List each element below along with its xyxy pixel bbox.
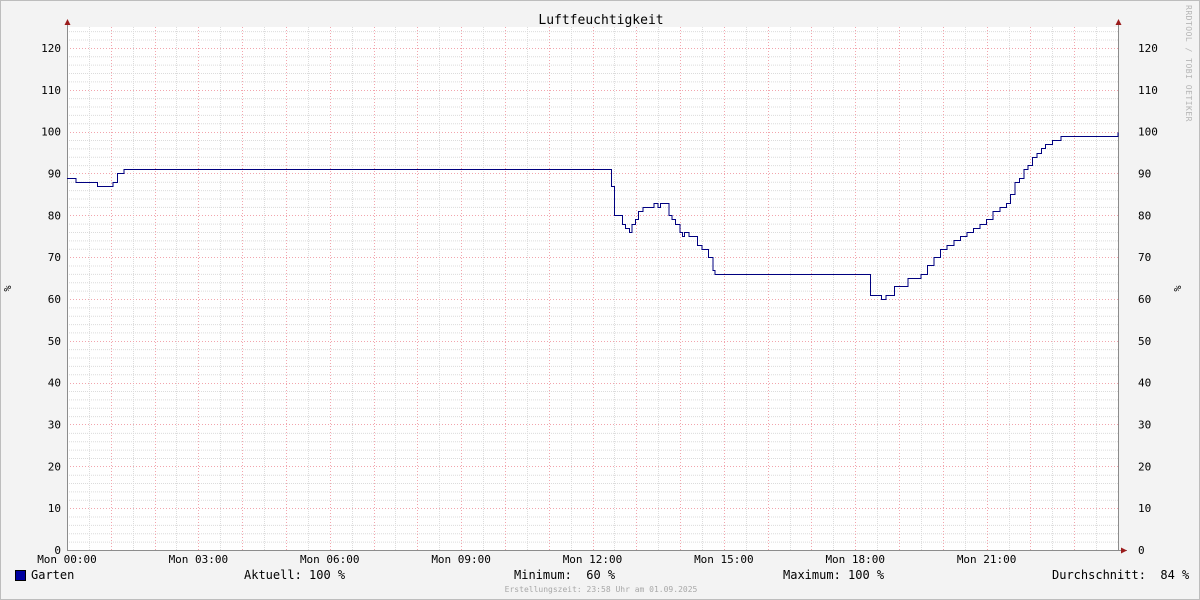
x-tick-label: Mon 06:00 xyxy=(300,553,360,566)
y-tick-label-right: 60 xyxy=(1138,293,1151,306)
stat-average-label: Durchschnitt: xyxy=(1052,568,1146,582)
humidity-chart: 0 010 1020 2030 3040 4050 5060 6070 7080 8090 9010… xyxy=(3,13,1184,566)
y-tick-label-right: 20 xyxy=(1138,460,1151,473)
plot-area xyxy=(67,27,1118,550)
x-tick-label: Mon 03:00 xyxy=(169,553,229,566)
y-tick-label-right: 100 xyxy=(1138,126,1158,139)
y-axis-arrow-right-icon xyxy=(1115,19,1122,25)
y-tick-label-left: 70 xyxy=(48,251,61,264)
y-tick-label-left: 120 xyxy=(41,42,61,55)
y-tick-label-left: 40 xyxy=(48,377,61,390)
stat-current-label: Aktuell: xyxy=(244,568,302,582)
x-tick-label: Mon 12:00 xyxy=(563,553,623,566)
y-tick-label-right: 10 xyxy=(1138,502,1151,515)
legend-swatch-icon xyxy=(15,570,26,581)
x-tick-label: Mon 09:00 xyxy=(431,553,491,566)
y-tick-label-left: 80 xyxy=(48,209,61,222)
y-tick-label-left: 110 xyxy=(41,84,61,97)
x-tick-label: Mon 00:00 xyxy=(37,553,97,566)
creation-time-footer: Erstellungszeit: 23:58 Uhr am 01.09.2025 xyxy=(504,585,698,594)
stat-minimum-value: 60 % xyxy=(586,568,616,582)
chart-title: Luftfeuchtigkeit xyxy=(538,13,663,28)
y-tick-label-right: 40 xyxy=(1138,377,1151,390)
stat-average: Durchschnitt: 84 % xyxy=(1052,568,1189,582)
y-tick-label-left: 20 xyxy=(48,460,61,473)
vertical-credit: RRDTOOL / TOBI OETIKER xyxy=(1184,5,1193,122)
chart-frame: 0 0 10 10 20 20 30 30 40 40 50 50 60 60 70 70 80 80 90 90 10… xyxy=(0,0,1200,600)
stat-current: Aktuell: 100 % xyxy=(244,568,345,582)
y-tick-label-right: 110 xyxy=(1138,84,1158,97)
y-tick-label-right: 90 xyxy=(1138,167,1151,180)
stat-minimum: Minimum: 60 % xyxy=(514,568,615,582)
y-tick-label-right: 0 xyxy=(1138,544,1145,557)
x-tick-label: Mon 18:00 xyxy=(825,553,885,566)
y-tick-label-left: 90 xyxy=(48,167,61,180)
stat-maximum-label: Maximum: xyxy=(783,568,841,582)
y-axis-arrow-left-icon xyxy=(64,19,71,25)
x-axis-arrow-icon xyxy=(1121,547,1127,554)
stat-maximum-value: 100 % xyxy=(848,568,885,582)
y-tick-label-left: 30 xyxy=(48,418,61,431)
y-tick-label-right: 120 xyxy=(1138,42,1158,55)
y-tick-label-right: 30 xyxy=(1138,418,1151,431)
stat-average-value: 84 % xyxy=(1160,568,1190,582)
y-tick-label-left: 60 xyxy=(48,293,61,306)
y-tick-label-left: 10 xyxy=(48,502,61,515)
y-tick-label-right: 80 xyxy=(1138,209,1151,222)
y-tick-label-left: 50 xyxy=(48,335,61,348)
legend-series-name: Garten xyxy=(31,568,75,582)
y-tick-label-right: 70 xyxy=(1138,251,1151,264)
legend-row: Garten Aktuell: 100 % Minimum: 60 % Maxi… xyxy=(15,568,1189,584)
x-tick-label: Mon 21:00 xyxy=(957,553,1017,566)
y-tick-label-right: 50 xyxy=(1138,335,1151,348)
stat-maximum: Maximum: 100 % xyxy=(783,568,884,582)
stat-minimum-label: Minimum: xyxy=(514,568,572,582)
x-tick-label: Mon 15:00 xyxy=(694,553,754,566)
y-tick-label-left: 100 xyxy=(41,126,61,139)
stat-current-value: 100 % xyxy=(309,568,346,582)
y-axis-label-right: % xyxy=(1173,285,1184,291)
y-axis-label-left: % xyxy=(3,285,14,291)
